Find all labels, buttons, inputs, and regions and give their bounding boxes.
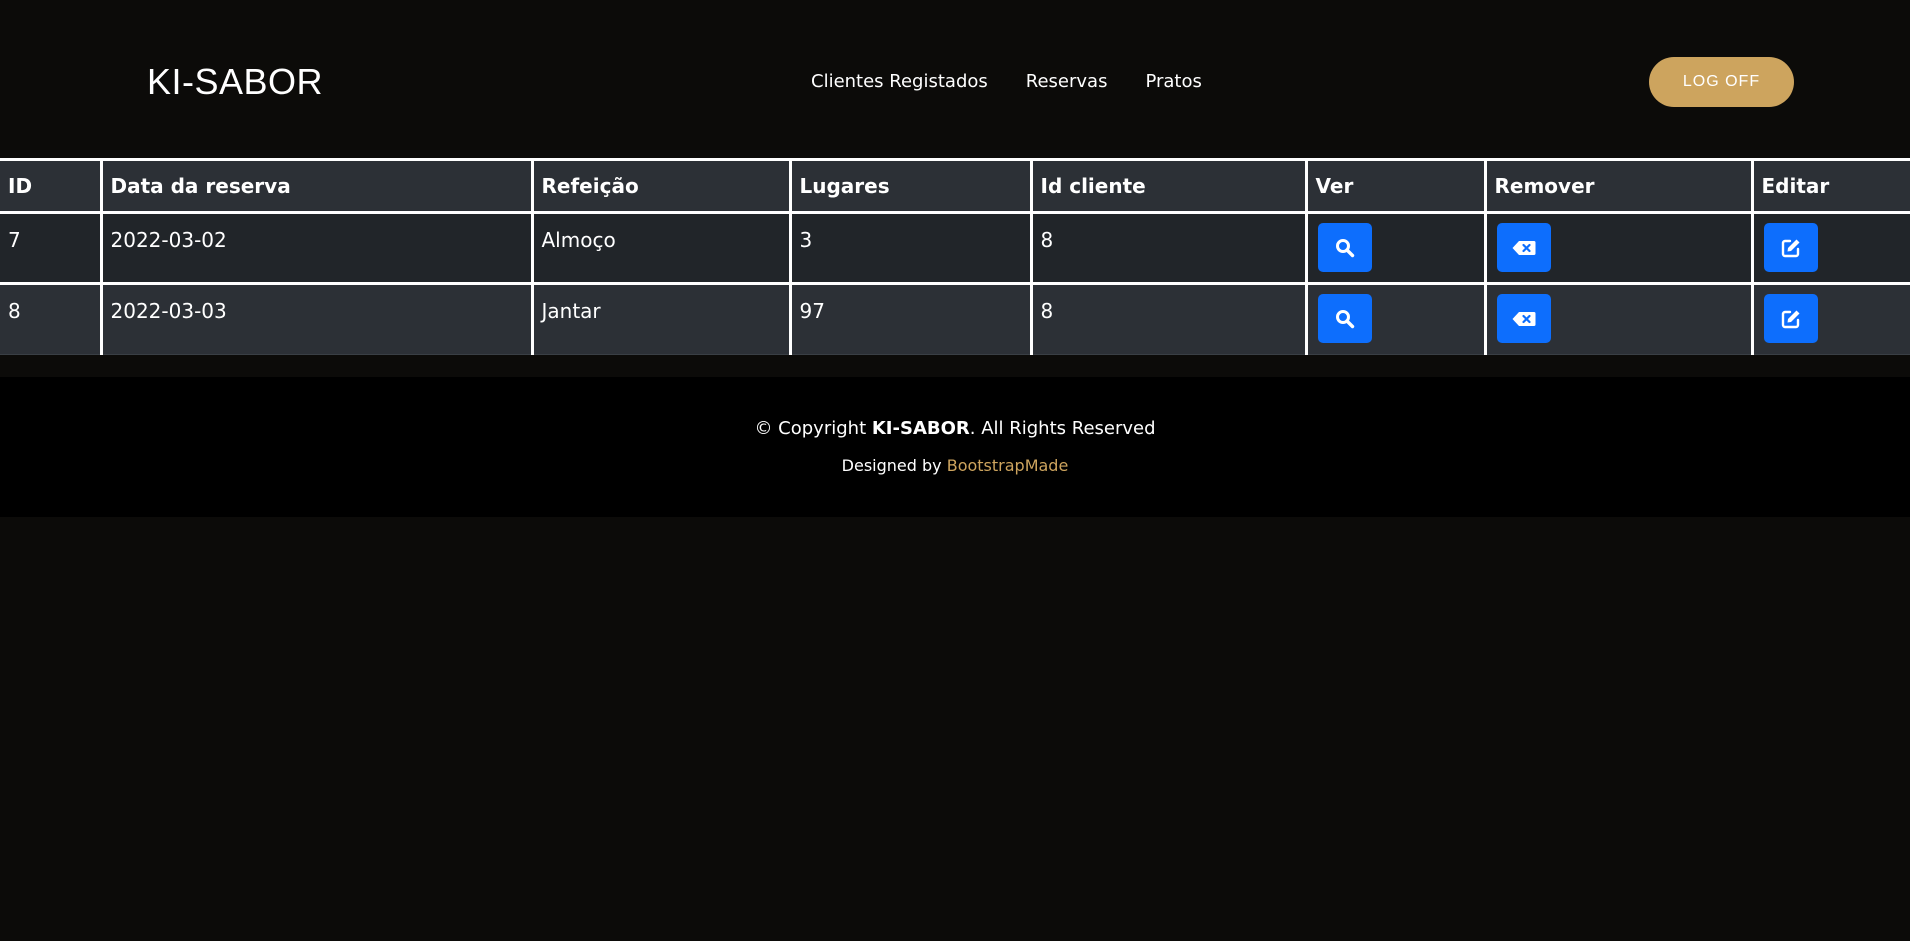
remove-button[interactable] — [1496, 223, 1551, 272]
cell-meal: Almoço — [530, 211, 792, 285]
cell-remove — [1483, 211, 1754, 285]
cell-seats: 3 — [788, 211, 1033, 285]
edit-button[interactable] — [1763, 223, 1818, 272]
backspace-icon — [1512, 240, 1535, 255]
copyright-prefix: © Copyright — [754, 418, 872, 439]
copyright-suffix: . All Rights Reserved — [969, 418, 1156, 439]
cell-id: 8 — [0, 282, 103, 355]
nav-item-clientes[interactable]: Clientes Registados — [811, 68, 988, 96]
table-row: 8 2022-03-03 Jantar 97 8 — [0, 282, 1910, 355]
column-header-view: Ver — [1304, 158, 1487, 214]
column-header-edit: Editar — [1750, 158, 1910, 214]
column-header-seats: Lugares — [788, 158, 1033, 214]
site-logo[interactable]: KI-SABOR — [147, 62, 323, 102]
remove-button[interactable] — [1496, 294, 1551, 343]
main-nav: Clientes Registados Reservas Pratos — [811, 68, 1240, 96]
search-icon — [1335, 309, 1354, 328]
view-button[interactable] — [1317, 294, 1372, 343]
cell-client: 8 — [1029, 282, 1308, 355]
cell-view — [1304, 211, 1487, 285]
edit-button[interactable] — [1763, 294, 1818, 343]
page: KI-SABOR Clientes Registados Reservas Pr… — [0, 0, 1910, 941]
cell-meal: Jantar — [530, 282, 792, 355]
site-footer: © Copyright KI-SABOR. All Rights Reserve… — [0, 377, 1910, 517]
view-button[interactable] — [1317, 223, 1372, 272]
nav-item-pratos[interactable]: Pratos — [1145, 68, 1201, 96]
edit-icon — [1781, 310, 1799, 328]
cell-id: 7 — [0, 211, 103, 285]
copyright-brand: KI-SABOR — [871, 418, 970, 439]
reservations-table: ID Data da reserva Refeição Lugares Id c… — [0, 158, 1910, 355]
column-header-id: ID — [0, 158, 103, 214]
column-header-client: Id cliente — [1029, 158, 1308, 214]
column-header-meal: Refeição — [530, 158, 792, 214]
table-row: 7 2022-03-02 Almoço 3 8 — [0, 211, 1910, 285]
copyright-text: © Copyright KI-SABOR. All Rights Reserve… — [0, 417, 1910, 441]
site-header: KI-SABOR Clientes Registados Reservas Pr… — [0, 0, 1910, 158]
cell-date: 2022-03-03 — [99, 282, 534, 355]
cell-edit — [1750, 282, 1910, 355]
cell-remove — [1483, 282, 1754, 355]
reservations-table-wrap: ID Data da reserva Refeição Lugares Id c… — [0, 158, 1910, 355]
backspace-icon — [1512, 311, 1535, 326]
search-icon — [1335, 238, 1354, 257]
cell-view — [1304, 282, 1487, 355]
cell-seats: 97 — [788, 282, 1033, 355]
nav-item-reservas[interactable]: Reservas — [1026, 68, 1108, 96]
credits-text: Designed by BootstrapMade — [0, 455, 1910, 477]
cell-edit — [1750, 211, 1910, 285]
log-off-button[interactable]: LOG OFF — [1649, 57, 1794, 107]
designer-link[interactable]: BootstrapMade — [947, 456, 1069, 475]
cell-client: 8 — [1029, 211, 1308, 285]
credits-prefix: Designed by — [841, 456, 947, 475]
edit-icon — [1781, 239, 1799, 257]
column-header-date: Data da reserva — [99, 158, 534, 214]
table-header-row: ID Data da reserva Refeição Lugares Id c… — [0, 158, 1910, 214]
column-header-remove: Remover — [1483, 158, 1754, 214]
cell-date: 2022-03-02 — [99, 211, 534, 285]
